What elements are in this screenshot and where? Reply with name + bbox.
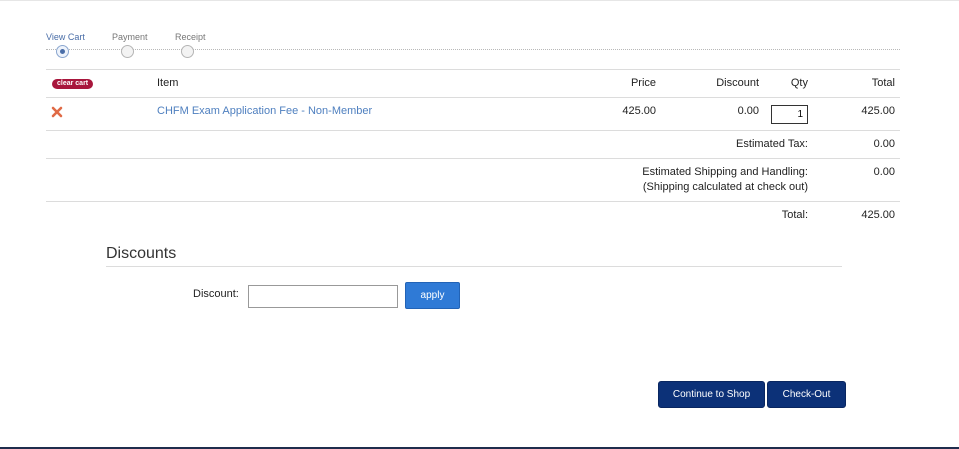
header-total: Total xyxy=(871,77,895,89)
clear-cart-button[interactable]: clear cart xyxy=(52,79,94,89)
item-discount: 0.00 xyxy=(737,105,759,117)
steps-divider xyxy=(46,49,900,50)
quantity-input[interactable] xyxy=(771,105,808,124)
shipping-label: Estimated Shipping and Handling: xyxy=(642,166,808,178)
step-receipt[interactable]: Receipt xyxy=(175,32,206,58)
checkout-steps: View Cart Payment Receipt xyxy=(46,32,900,62)
step-view-cart[interactable]: View Cart xyxy=(46,32,85,58)
row-divider xyxy=(46,130,900,131)
estimated-tax-value: 0.00 xyxy=(873,138,895,150)
tax-divider xyxy=(46,158,900,159)
header-divider xyxy=(46,97,900,98)
header-price: Price xyxy=(630,77,656,89)
item-link[interactable]: CHFM Exam Application Fee - Non-Member xyxy=(157,105,372,117)
discount-label: Discount: xyxy=(193,288,239,300)
table-top-divider xyxy=(46,69,900,70)
header-qty: Qty xyxy=(790,77,808,89)
total-label: Total: xyxy=(781,209,808,221)
total-value: 425.00 xyxy=(861,209,895,221)
remove-item-icon[interactable] xyxy=(51,105,63,119)
step-radio-icon xyxy=(56,45,69,58)
step-radio-icon xyxy=(181,45,194,58)
item-total: 425.00 xyxy=(861,105,895,117)
top-border xyxy=(0,0,959,1)
item-price: 425.00 xyxy=(622,105,656,117)
step-label: Payment xyxy=(112,32,148,42)
continue-shopping-button[interactable]: Continue to Shop xyxy=(658,381,765,408)
step-label: Receipt xyxy=(175,32,206,42)
shipping-note: (Shipping calculated at check out) xyxy=(642,181,808,193)
step-label: View Cart xyxy=(46,32,85,42)
discount-code-input[interactable] xyxy=(248,285,398,308)
header-discount: Discount xyxy=(716,77,759,89)
apply-discount-button[interactable]: apply xyxy=(405,282,460,309)
step-payment[interactable]: Payment xyxy=(112,32,148,58)
shipping-divider xyxy=(46,201,900,202)
checkout-button[interactable]: Check-Out xyxy=(767,381,846,408)
estimated-tax-label: Estimated Tax: xyxy=(736,138,808,150)
step-radio-icon xyxy=(121,45,134,58)
discounts-heading: Discounts xyxy=(106,245,177,262)
shipping-value: 0.00 xyxy=(873,166,895,178)
discounts-divider xyxy=(106,266,842,267)
header-item: Item xyxy=(157,77,179,89)
